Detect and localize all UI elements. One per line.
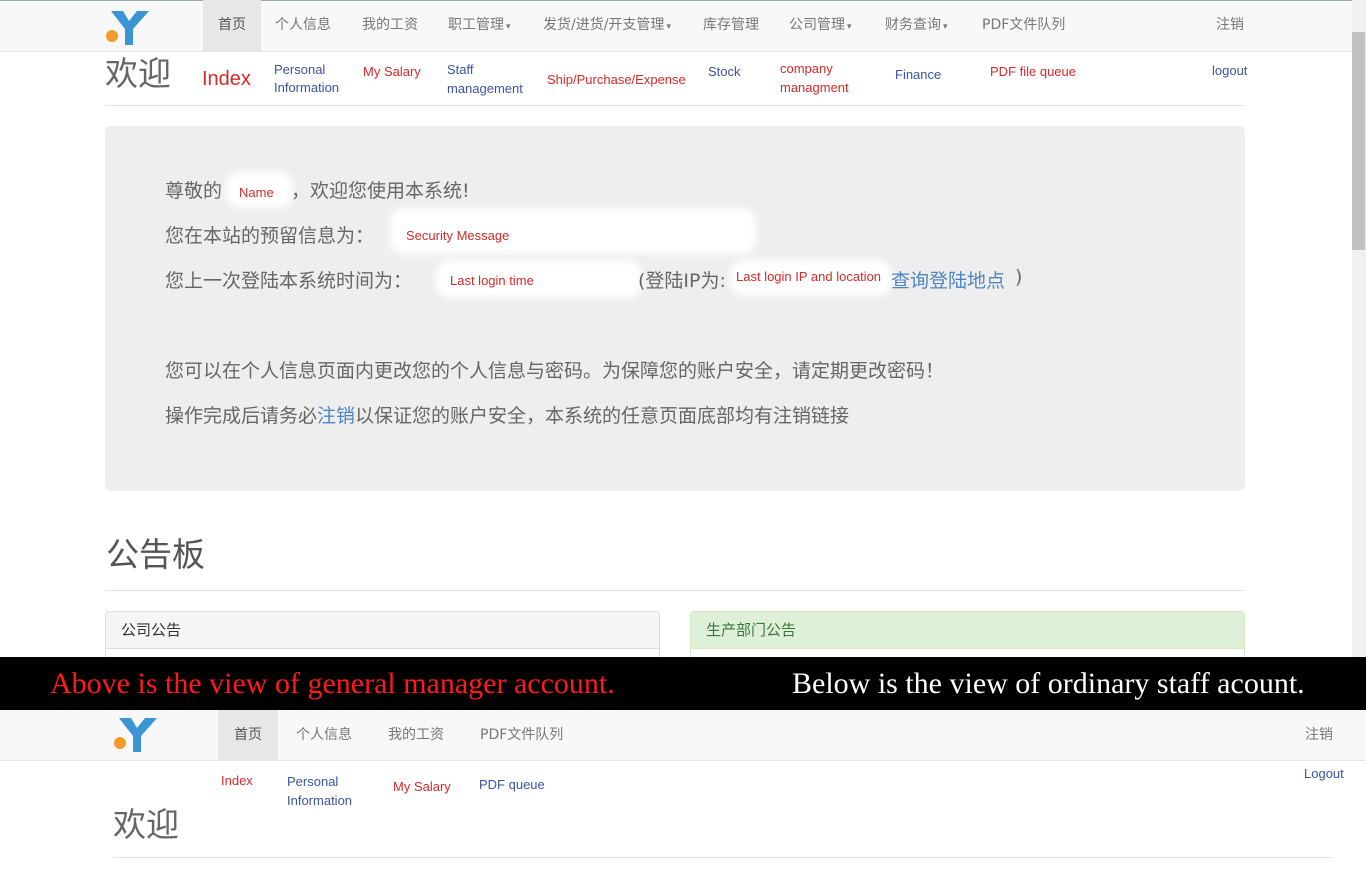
annotation-index: Index xyxy=(202,68,251,90)
divider xyxy=(105,105,1245,106)
nav-stock[interactable]: 库存管理 xyxy=(703,0,759,51)
brand-logo[interactable] xyxy=(113,714,157,754)
staff-nav-my-salary[interactable]: 我的工资 xyxy=(388,710,444,760)
chevron-down-icon: ▾ xyxy=(847,22,852,32)
annotation-personal-line2: Information xyxy=(274,80,340,95)
annotation-salary: My Salary xyxy=(363,64,421,79)
nav-staff-management[interactable]: 职工管理 ▾ xyxy=(448,0,511,51)
annotation-stock: Stock xyxy=(708,64,741,79)
production-announcement-panel: 生产部门公告 xyxy=(690,611,1245,659)
security-info-label: 您在本站的预留信息为： xyxy=(165,225,375,247)
annotation-ship: Ship/Purchase/Expense xyxy=(547,72,686,87)
company-announcement-panel: 公司公告 xyxy=(105,611,660,659)
nav-finance[interactable]: 财务查询 ▾ xyxy=(885,0,948,51)
welcome-line-suffix: ，欢迎您使用本系统! xyxy=(291,180,470,202)
annotation-staff-line2: management xyxy=(447,81,523,96)
caption-manager-view: Above is the view of general manager acc… xyxy=(50,667,615,700)
annotation-logout: logout xyxy=(1212,63,1248,78)
annotation-company-line1: company xyxy=(780,61,833,76)
annotation-company-line2: managment xyxy=(780,80,849,95)
staff-annotation-index: Index xyxy=(221,773,253,788)
staff-annotation-logout: Logout xyxy=(1304,766,1344,781)
logout-reminder-prefix: 操作完成后请务必 xyxy=(165,405,318,427)
nav-home[interactable]: 首页 xyxy=(203,0,261,51)
staff-annotation-pdf: PDF queue xyxy=(479,777,545,792)
staff-annotation-salary: My Salary xyxy=(393,779,451,794)
divider xyxy=(113,857,1333,858)
nav-company-management[interactable]: 公司管理 ▾ xyxy=(789,0,852,51)
panel-heading: 公司公告 xyxy=(106,612,659,649)
chevron-down-icon: ▾ xyxy=(943,22,948,32)
bulletin-board-title: 公告板 xyxy=(106,535,205,574)
caption-staff-view: Below is the view of ordinary staff acou… xyxy=(792,667,1305,700)
login-ip-label: (登陆IP为: xyxy=(638,270,726,292)
login-ip-annotation: Last login IP and location xyxy=(736,269,882,284)
panel-heading: 生产部门公告 xyxy=(691,612,1244,649)
staff-navbar xyxy=(0,710,1366,761)
annotation-finance: Finance xyxy=(895,67,942,82)
login-ip-close: ) xyxy=(1015,266,1023,288)
chevron-down-icon: ▾ xyxy=(666,22,671,32)
page-title: 欢迎 xyxy=(105,54,171,93)
nav-personal-info[interactable]: 个人信息 xyxy=(275,0,331,51)
query-login-location-link[interactable]: 查询登陆地点 xyxy=(891,266,1005,293)
scrollbar-thumb[interactable] xyxy=(1352,32,1365,250)
logout-reminder-suffix: 以保证您的账户安全，本系统的任意页面底部均有注销链接 xyxy=(355,405,850,427)
logout-reminder: 操作完成后请务必注销以保证您的账户安全，本系统的任意页面底部均有注销链接 xyxy=(165,401,849,428)
divider xyxy=(105,590,1245,591)
staff-nav-logout[interactable]: 注销 xyxy=(1305,710,1333,760)
nav-pdf-queue[interactable]: PDF文件队列 xyxy=(982,0,1065,51)
welcome-line-prefix: 尊敬的 xyxy=(165,180,223,202)
chevron-down-icon: ▾ xyxy=(506,22,511,32)
last-login-label: 您上一次登陆本系统时间为： xyxy=(165,270,413,292)
annotation-staff-line1: Staff xyxy=(447,62,474,77)
security-message-annotation: Security Message xyxy=(406,228,510,243)
nav-logout[interactable]: 注销 xyxy=(1216,0,1244,51)
nav-ship-purchase-expense[interactable]: 发货/进货/开支管理 ▾ xyxy=(543,0,671,51)
name-annotation: Name xyxy=(239,185,274,200)
password-reminder: 您可以在个人信息页面内更改您的个人信息与密码。为保障您的账户安全，请定期更改密码… xyxy=(165,360,945,382)
staff-page-title: 欢迎 xyxy=(113,805,179,844)
staff-nav-personal-info[interactable]: 个人信息 xyxy=(296,710,352,760)
annotation-pdf: PDF file queue xyxy=(990,64,1076,79)
logout-link[interactable]: 注销 xyxy=(317,405,355,427)
staff-annotation-personal-line2: Information xyxy=(287,793,353,808)
brand-logo[interactable] xyxy=(105,7,149,47)
staff-nav-home[interactable]: 首页 xyxy=(218,710,278,760)
annotation-personal-line1: Personal xyxy=(274,62,326,77)
staff-nav-pdf-queue[interactable]: PDF文件队列 xyxy=(480,710,563,760)
nav-my-salary[interactable]: 我的工资 xyxy=(362,0,418,51)
staff-annotation-personal-line1: Personal xyxy=(287,774,339,789)
login-time-annotation: Last login time xyxy=(450,273,534,288)
